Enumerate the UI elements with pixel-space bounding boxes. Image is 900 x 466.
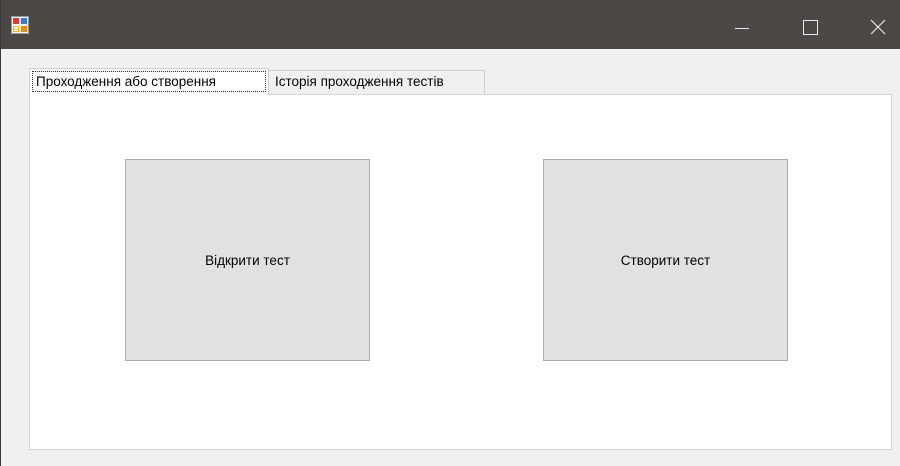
minimize-button[interactable] (717, 0, 763, 49)
maximize-button[interactable] (787, 0, 833, 49)
open-test-button[interactable]: Відкрити тест (125, 159, 370, 361)
maximize-icon (803, 20, 818, 35)
open-test-label: Відкрити тест (205, 252, 290, 268)
tab-test-history[interactable]: Історія проходження тестів (268, 70, 485, 94)
tab-label: Проходження або створення (32, 71, 266, 92)
close-button[interactable] (855, 0, 900, 49)
tab-pass-or-create[interactable]: Проходження або створення (29, 68, 269, 95)
close-icon (870, 19, 886, 35)
create-test-label: Створити тест (620, 252, 711, 268)
app-window: Проходження або створення Історія проход… (0, 0, 900, 466)
minimize-icon (735, 28, 749, 29)
title-bar[interactable] (1, 0, 900, 49)
tab-label: Історія проходження тестів (275, 74, 444, 89)
form-client-area: Проходження або створення Історія проход… (2, 49, 900, 466)
create-test-button[interactable]: Створити тест (543, 159, 788, 361)
app-icon (11, 16, 29, 34)
tab-page: Відкрити тест Створити тест (29, 94, 892, 450)
